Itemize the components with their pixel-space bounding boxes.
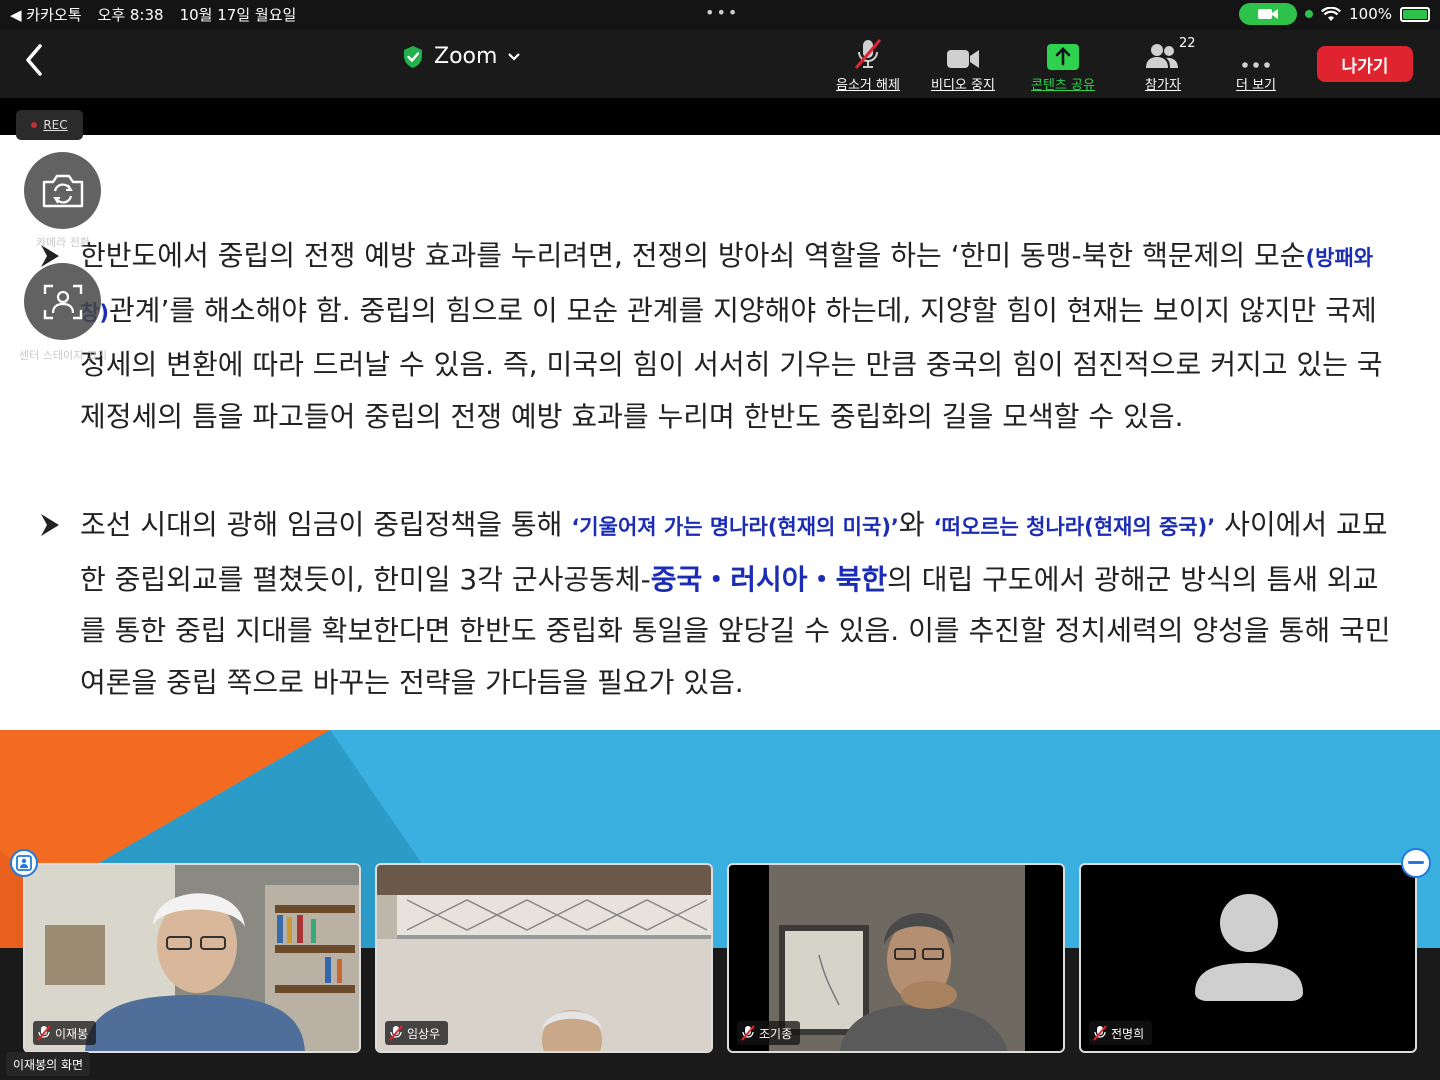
back-button[interactable]	[18, 40, 52, 80]
bullet2-highlight-china: (현재의 중국)	[1084, 515, 1208, 539]
switch-camera-button[interactable]	[24, 152, 101, 229]
stop-video-button[interactable]: 비디오 중지	[931, 38, 995, 93]
camera-in-use-icon	[1239, 3, 1298, 25]
video-tile-participant-2[interactable]: 임상우	[375, 863, 713, 1053]
bullet2-text-a: 조선 시대의 광해 임금이 중립정책을 통해	[80, 508, 572, 541]
multitasking-dots-icon[interactable]: •••	[705, 3, 739, 22]
video-tile-participant-4[interactable]: 전명희	[1079, 863, 1417, 1053]
bullet1-text-b: 관계’를 해소해야 함. 중립의 힘으로 이 모순 관계를 지양해야 하는데, …	[80, 293, 1383, 433]
video-tile-participant-1[interactable]: 이재봉	[23, 863, 361, 1053]
stop-video-label: 비디오 중지	[931, 78, 995, 93]
switch-camera-label: 카메라 전환	[35, 236, 91, 249]
center-stage-button[interactable]	[24, 263, 101, 340]
unmute-button[interactable]: 음소거 해제	[836, 38, 900, 93]
meeting-toolbar: Zoom 음소거 해제 비디오 중지 콘텐츠 공유 22 참가자 더 보기 나가…	[0, 30, 1440, 98]
slide-bullet-2: 조선 시대의 광해 임금이 중립정책을 통해 ‘기울어져 가는 명나라(현재의 …	[38, 499, 1400, 708]
status-bar: ◀ 카카오톡 오후 8:38 10월 17일 월요일 ••• 100%	[0, 0, 1440, 30]
bullet-arrow-icon	[41, 514, 59, 536]
bullet2-highlight-us: (현재의 미국)	[767, 515, 891, 539]
shared-screen-owner-label: 이재봉의 화면	[6, 1052, 91, 1076]
share-content-button[interactable]: 콘텐츠 공유	[1031, 38, 1095, 93]
participant-name-tag: 임상우	[385, 1021, 449, 1045]
participant-name-tag: 이재봉	[33, 1021, 97, 1045]
participants-button[interactable]: 22 참가자	[1145, 36, 1196, 93]
center-stage-label: 센터 스테이지 끄기	[19, 349, 107, 362]
status-time: 오후 8:38	[97, 6, 164, 24]
camera-rotate-icon	[42, 174, 83, 207]
video-camera-icon	[946, 50, 979, 68]
microphone-muted-icon	[1093, 1025, 1107, 1041]
bullet2-highlight-qing: ‘떠오르는 청나라	[933, 515, 1085, 539]
wifi-icon	[1321, 6, 1342, 21]
participant-name: 이재봉	[55, 1026, 89, 1041]
bullet1-text-a: 한반도에서 중립의 전쟁 예방 효과를 누리려면, 전쟁의 방아쇠 역할을 하는…	[80, 239, 1306, 272]
toolbar-spacer	[0, 98, 1440, 135]
microphone-muted-icon	[37, 1025, 51, 1041]
meeting-title-dropdown[interactable]: Zoom	[402, 44, 521, 69]
privacy-dot-icon	[1305, 10, 1314, 18]
leave-button[interactable]: 나가기	[1317, 46, 1413, 82]
record-dot-icon	[31, 122, 38, 128]
more-button[interactable]: 더 보기	[1236, 38, 1276, 93]
recording-indicator[interactable]: REC	[16, 110, 83, 140]
shield-check-icon	[404, 45, 422, 68]
rec-label: REC	[43, 118, 68, 132]
bullet2-quote-close-1: ’	[890, 515, 899, 539]
participant-name: 전명희	[1111, 1026, 1145, 1041]
participant-name: 임상우	[407, 1026, 441, 1041]
more-dots-icon	[1242, 62, 1270, 68]
shared-slide: 한반도에서 중립의 전쟁 예방 효과를 누리려면, 전쟁의 방아쇠 역할을 하는…	[0, 135, 1440, 730]
unmute-label: 음소거 해제	[836, 78, 900, 93]
share-content-label: 콘텐츠 공유	[1031, 78, 1095, 93]
microphone-muted-icon	[741, 1025, 755, 1041]
microphone-muted-icon	[389, 1025, 403, 1041]
minus-icon	[1408, 861, 1424, 864]
pin-person-icon	[16, 855, 32, 871]
battery-icon	[1400, 6, 1430, 22]
share-screen-icon	[1046, 44, 1079, 70]
participants-label: 참가자	[1145, 78, 1181, 93]
more-label: 더 보기	[1236, 78, 1277, 93]
participant-count: 22	[1179, 36, 1196, 51]
participant-name-tag: 조기종	[737, 1021, 801, 1045]
pin-video-button[interactable]	[10, 849, 38, 877]
video-tile-participant-3[interactable]: 조기종	[727, 863, 1065, 1053]
bullet2-quote-close-2: ’	[1207, 515, 1216, 539]
center-stage-icon	[43, 284, 82, 319]
slide-bullet-1: 한반도에서 중립의 전쟁 예방 효과를 누리려면, 전쟁의 방아쇠 역할을 하는…	[38, 230, 1400, 442]
bullet2-highlight-bloc: 중국・러시아・북한	[650, 562, 888, 596]
participants-icon	[1146, 44, 1178, 68]
participant-name-tag: 전명희	[1089, 1021, 1153, 1045]
microphone-muted-icon	[854, 39, 882, 69]
participant-name: 조기종	[759, 1026, 793, 1041]
status-date: 10월 17일 월요일	[179, 6, 297, 24]
bullet2-text-b: 와	[898, 508, 934, 541]
chevron-left-icon	[26, 44, 42, 76]
battery-percent: 100%	[1349, 5, 1392, 23]
collapse-thumbnails-button[interactable]	[1401, 848, 1431, 878]
chevron-down-icon	[508, 52, 521, 61]
meeting-title: Zoom	[434, 44, 498, 69]
back-to-app-link[interactable]: ◀ 카카오톡	[10, 4, 82, 25]
bullet2-highlight-ming: ‘기울어져 가는 명나라	[571, 515, 768, 539]
